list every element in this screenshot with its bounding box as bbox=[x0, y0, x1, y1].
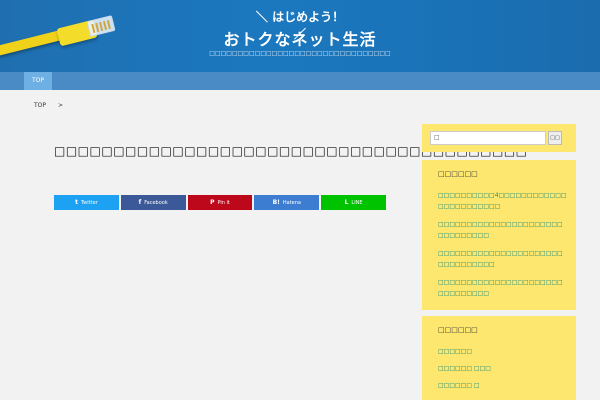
share-hatena-label: Hatena bbox=[282, 199, 301, 206]
search-input[interactable]: □ bbox=[430, 131, 546, 145]
recent-post-link[interactable]: □□□□□□□□□□□□□□□□□□□□□□□□□□□□□□□ bbox=[438, 219, 568, 241]
share-line-label: LINE bbox=[351, 199, 363, 206]
site-title-link[interactable]: おトクなネット生活 bbox=[200, 26, 400, 50]
share-facebook-button[interactable]: f Facebook bbox=[120, 195, 186, 210]
share-hatena-button[interactable]: B! Hatena bbox=[254, 195, 320, 210]
category-link[interactable]: □□□□□□ □□□ bbox=[438, 363, 568, 374]
share-buttons: t Twitter f Facebook P Pin it B! Hatena … bbox=[54, 195, 386, 211]
line-icon: L bbox=[344, 199, 349, 206]
recent-post-link[interactable]: □□□□□□□□□□4□□□□□□□□□□□□□□□□□□□□□□□ bbox=[438, 190, 568, 212]
twitter-icon: t bbox=[75, 199, 78, 206]
recent-post-link[interactable]: □□□□□□□□□□□□□□□□□□□□□□□□□□□□□□□ bbox=[438, 277, 568, 299]
category-link[interactable]: □□□□□□ □ bbox=[438, 380, 568, 391]
search-button[interactable]: □□ bbox=[548, 131, 562, 145]
breadcrumb: TOP > bbox=[34, 102, 63, 109]
site-description: □□□□□□□□□□□□□□□□□□□□□□□□□□□□□□□□ bbox=[209, 50, 391, 57]
lan-connector-icon bbox=[86, 15, 116, 37]
category-link[interactable]: □□□□□□ bbox=[438, 346, 568, 357]
breadcrumb-separator: > bbox=[57, 102, 63, 109]
breadcrumb-home-link[interactable]: TOP bbox=[34, 102, 46, 109]
pinterest-icon: P bbox=[210, 199, 215, 206]
share-twitter-button[interactable]: t Twitter bbox=[54, 195, 119, 210]
site-header: ＼ はじめよう！ ／ おトクなネット生活 □□□□□□□□□□□□□□□□□□□… bbox=[0, 0, 600, 72]
nav-item-top[interactable]: TOP bbox=[24, 72, 52, 90]
global-nav: TOP bbox=[0, 72, 600, 90]
recent-post-link[interactable]: □□□□□□□□□□□□□□□□□□□□□□□□□□□□□□□□ bbox=[438, 248, 568, 270]
facebook-icon: f bbox=[138, 199, 142, 206]
hatena-icon: B! bbox=[272, 199, 280, 206]
page-title: □□□□□□□□□□□□□□□□□□□□□□□□□□□□□□□□□□□□□□□□ bbox=[54, 144, 528, 158]
search-widget: □ □□ bbox=[422, 124, 576, 152]
share-twitter-label: Twitter bbox=[80, 199, 98, 206]
recent-posts-title: □□□□□□ bbox=[438, 170, 478, 178]
share-pinterest-label: Pin it bbox=[217, 199, 230, 206]
categories-title: □□□□□□ bbox=[438, 326, 478, 334]
recent-posts-widget: □□□□□□ □□□□□□□□□□4□□□□□□□□□□□□□□□□□□□□□□… bbox=[422, 160, 576, 310]
categories-widget: □□□□□□ □□□□□□ □□□□□□ □□□ □□□□□□ □ bbox=[422, 316, 576, 400]
lan-cable-icon bbox=[0, 29, 65, 57]
share-line-button[interactable]: L LINE bbox=[321, 195, 386, 210]
share-facebook-label: Facebook bbox=[144, 199, 168, 206]
share-pinterest-button[interactable]: P Pin it bbox=[187, 195, 253, 210]
